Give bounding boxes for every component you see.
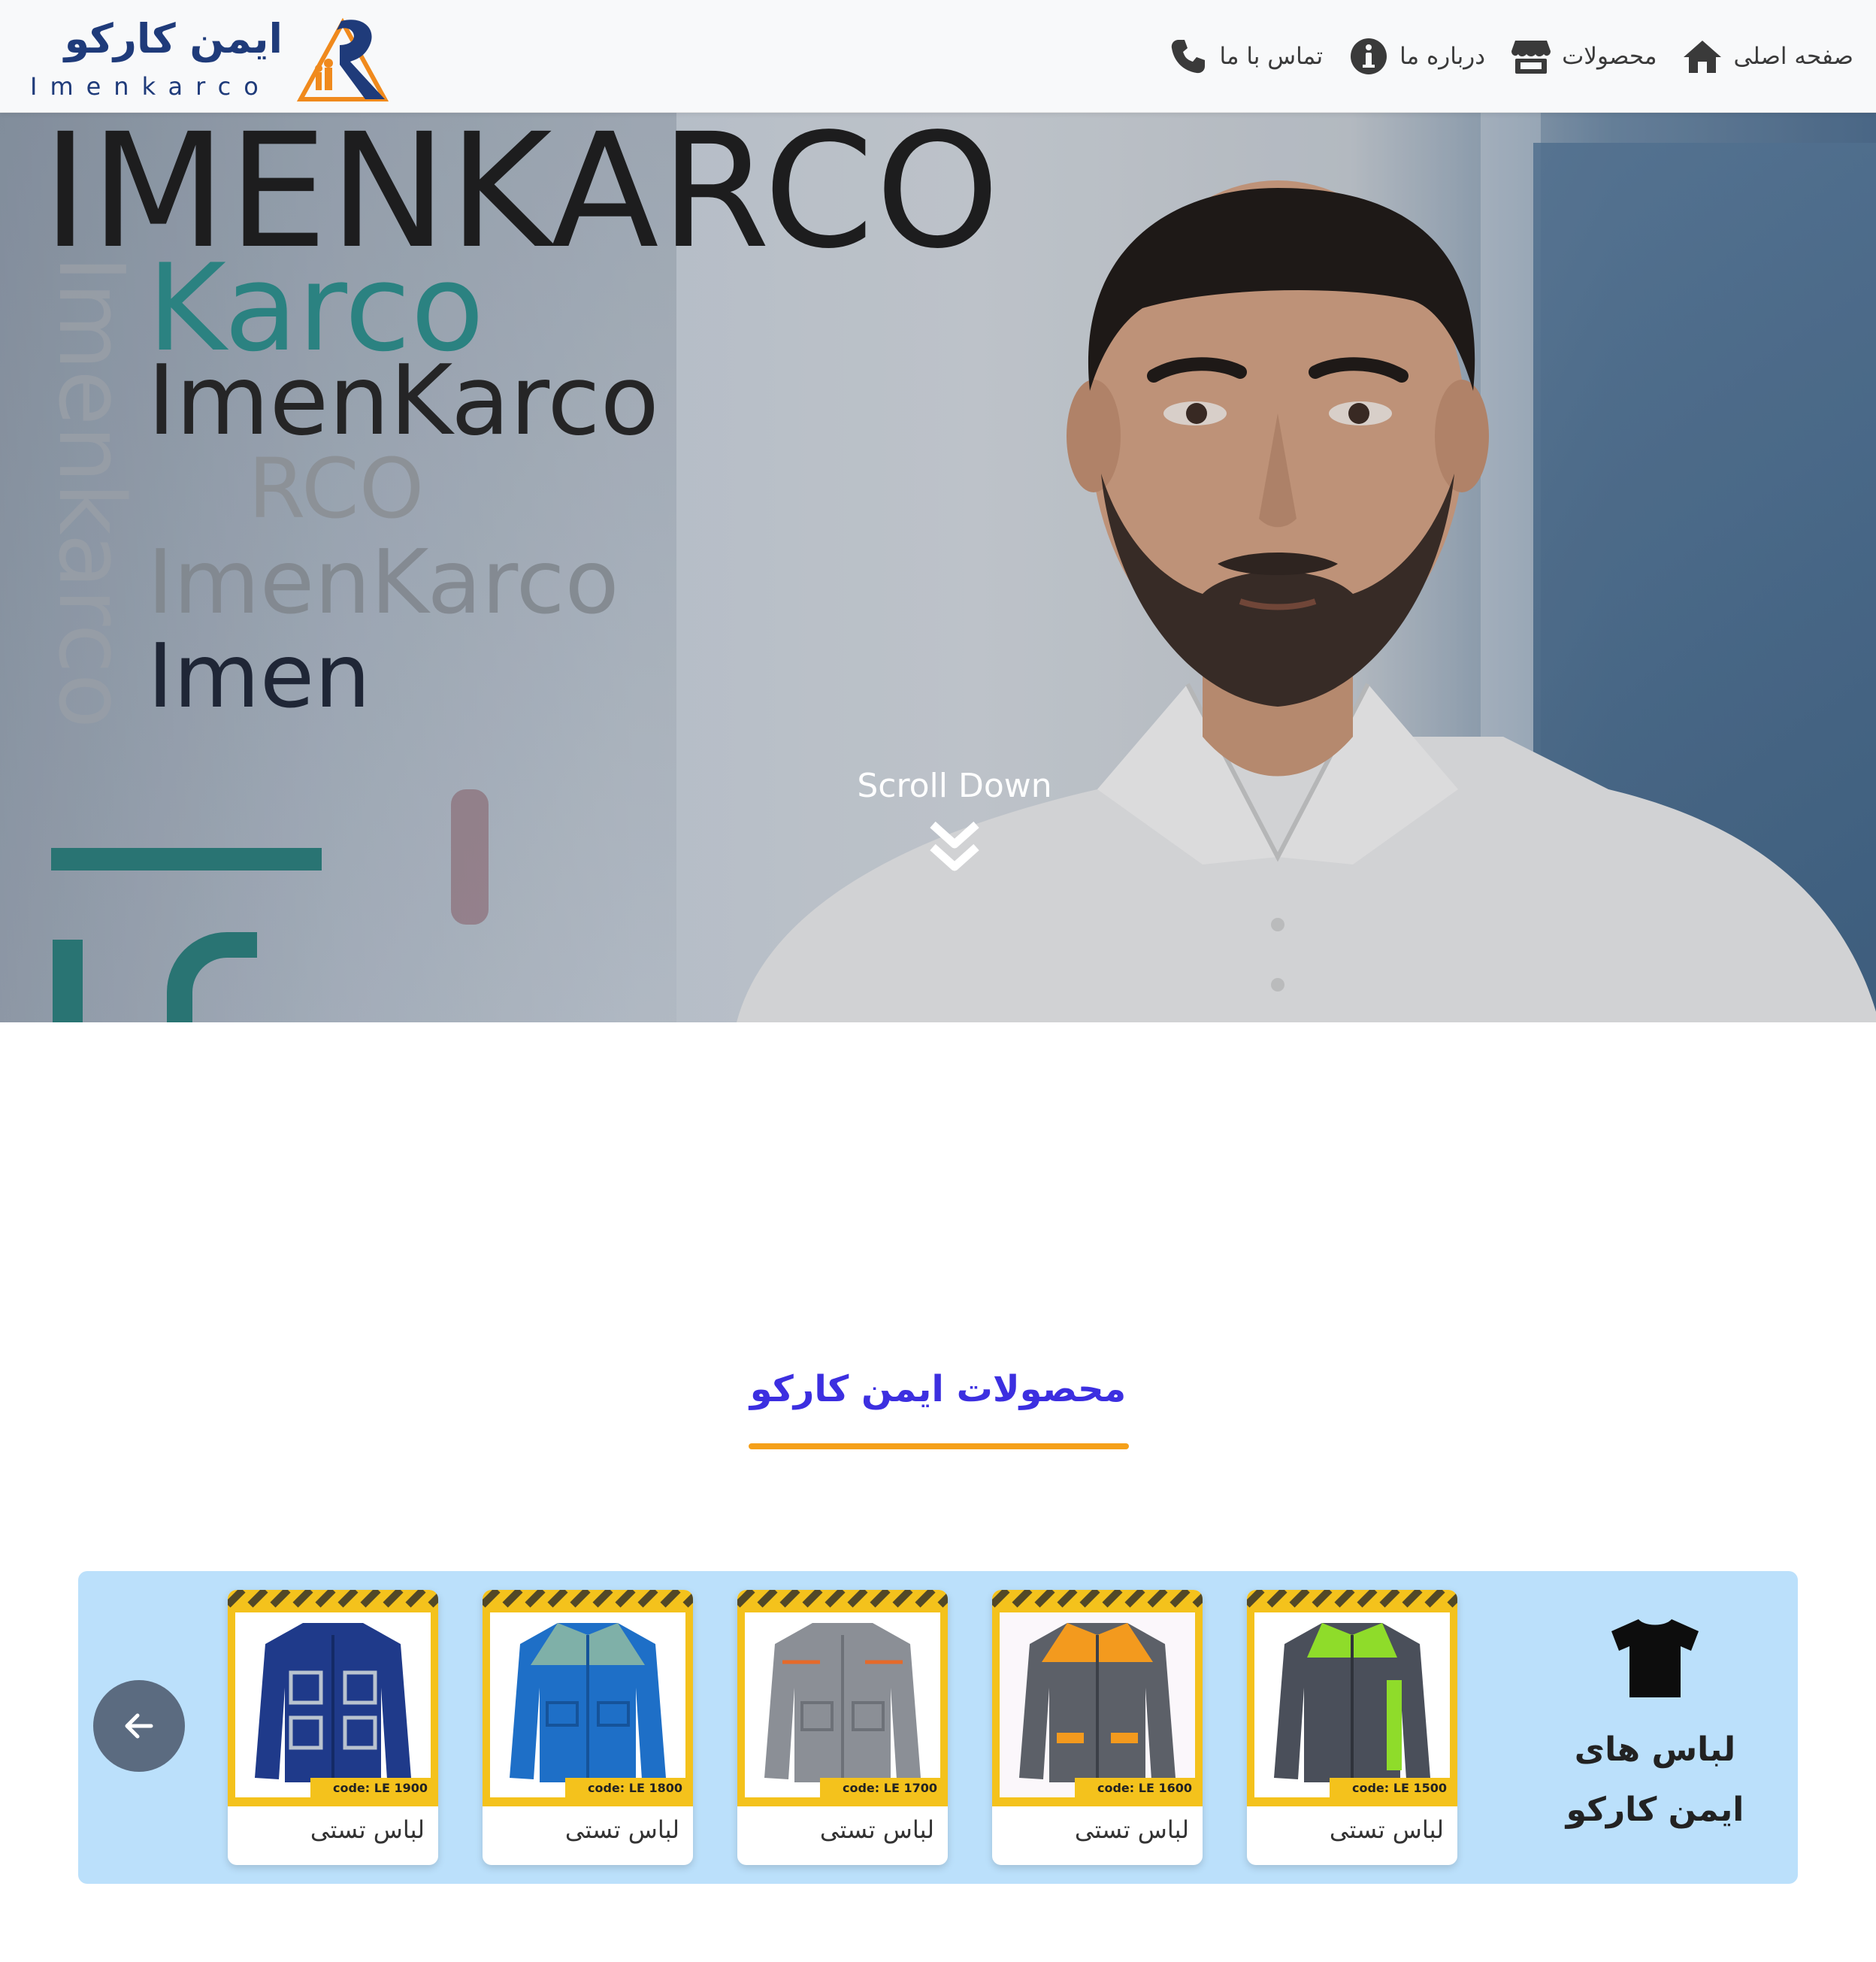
product-code: code: LE 1700	[843, 1781, 937, 1795]
category-title-line2: ایمن کارکو	[1566, 1791, 1744, 1829]
home-icon	[1682, 36, 1723, 77]
product-jacket	[764, 1623, 921, 1782]
brand-text: ایمن کارکو Imenkarco	[27, 14, 283, 102]
product-name: لباس تستی	[1329, 1815, 1444, 1844]
product-image: code: LE 1800	[483, 1590, 693, 1806]
nav-item-contact-label: تماس با ما	[1219, 43, 1324, 70]
nav-item-contact[interactable]: تماس با ما	[1168, 36, 1323, 77]
product-name: لباس تستی	[1074, 1815, 1189, 1844]
product-jacket	[510, 1623, 666, 1782]
product-name: لباس تستی	[564, 1815, 679, 1844]
product-carousel: لباس های ایمن کارکو code: LE 1500 لباس ت…	[78, 1571, 1798, 1884]
product-jacket	[255, 1623, 411, 1782]
brand-mark-icon	[296, 17, 389, 101]
store-icon	[1511, 36, 1551, 77]
product-card[interactable]: code: LE 1900 لباس تستی	[228, 1590, 438, 1865]
product-jacket	[1019, 1623, 1176, 1782]
nav-item-home[interactable]: صفحه اصلی	[1682, 36, 1853, 77]
brand-logo[interactable]: ایمن کارکو Imenkarco	[27, 14, 395, 102]
double-chevron-down-icon	[930, 821, 979, 871]
nav-item-products[interactable]: محصولات	[1511, 36, 1657, 77]
product-code: code: LE 1500	[1352, 1781, 1447, 1795]
category-card[interactable]: لباس های ایمن کارکو	[1557, 1616, 1753, 1842]
product-jacket	[1274, 1623, 1430, 1782]
hero-banner: IMENKARCO Karco ImenKarco RCO ImenKarco …	[0, 113, 1876, 1022]
product-image: code: LE 1500	[1247, 1590, 1457, 1806]
info-icon	[1348, 36, 1389, 77]
brand-name-fa: ایمن کارکو	[64, 15, 283, 62]
phone-icon	[1168, 36, 1209, 77]
product-code: code: LE 1900	[333, 1781, 428, 1795]
product-card[interactable]: code: LE 1800 لباس تستی	[483, 1590, 693, 1865]
arrow-left-icon	[125, 1713, 153, 1739]
top-navbar: ایمن کارکو Imenkarco صفحه اصلی محصولات د…	[0, 0, 1876, 113]
brand-name-en: Imenkarco	[30, 72, 271, 101]
main-menu: صفحه اصلی محصولات درباره ما تماس با ما	[1168, 29, 1853, 84]
product-card[interactable]: code: LE 1500 لباس تستی	[1247, 1590, 1457, 1865]
category-title: لباس های ایمن کارکو	[1557, 1720, 1753, 1840]
product-card[interactable]: code: LE 1600 لباس تستی	[992, 1590, 1203, 1865]
scroll-down-button[interactable]: Scroll Down	[849, 767, 1060, 873]
product-image: code: LE 1600	[992, 1590, 1203, 1806]
nav-item-about-label: درباره ما	[1399, 43, 1486, 70]
products-section-title: محصولات ایمن کارکو	[749, 1368, 1127, 1410]
product-card[interactable]: code: LE 1700 لباس تستی	[737, 1590, 948, 1865]
product-name: لباس تستی	[819, 1815, 934, 1844]
carousel-prev-button[interactable]	[93, 1680, 185, 1772]
hero-overlay	[0, 113, 1876, 1022]
nav-item-about[interactable]: درباره ما	[1348, 36, 1485, 77]
section-title-underline	[749, 1443, 1129, 1449]
product-image: code: LE 1900	[228, 1590, 438, 1806]
category-title-line1: لباس های	[1574, 1730, 1736, 1769]
nav-item-home-label: صفحه اصلی	[1733, 43, 1853, 70]
scroll-down-label: Scroll Down	[857, 767, 1052, 805]
tshirt-icon	[1611, 1619, 1699, 1697]
product-code: code: LE 1800	[588, 1781, 682, 1795]
product-image: code: LE 1700	[737, 1590, 948, 1806]
product-code: code: LE 1600	[1097, 1781, 1192, 1795]
nav-item-products-label: محصولات	[1562, 43, 1657, 70]
product-name: لباس تستی	[310, 1815, 425, 1844]
